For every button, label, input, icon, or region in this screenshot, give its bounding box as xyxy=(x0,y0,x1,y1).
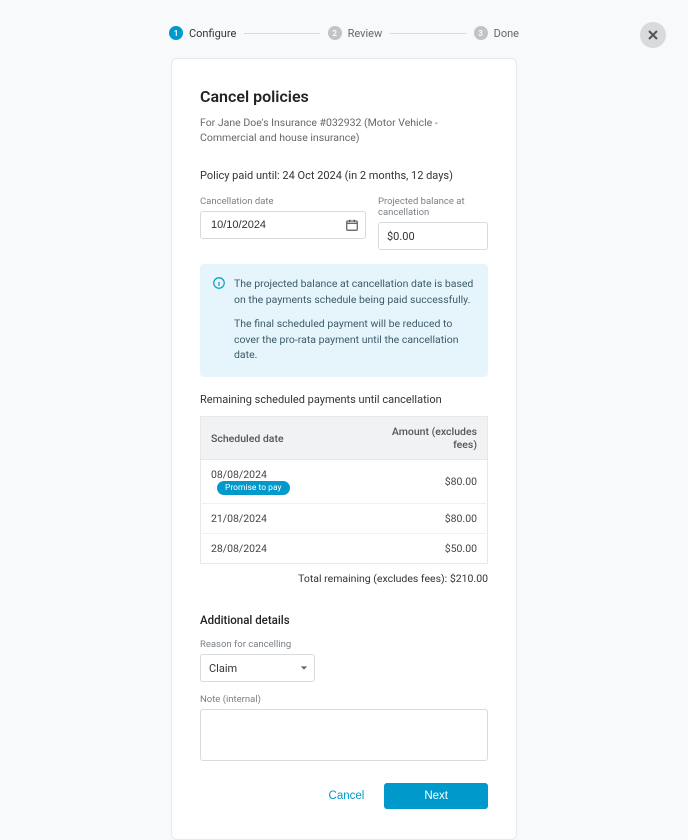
reason-value: Claim xyxy=(209,662,237,675)
cancellation-date-input-wrap[interactable] xyxy=(200,211,366,239)
row-amount: $80.00 xyxy=(357,460,488,504)
note-label: Note (internal) xyxy=(200,694,488,705)
step-review[interactable]: 2 Review xyxy=(328,26,383,40)
payments-table: Scheduled date Amount (excludes fees) 08… xyxy=(200,416,488,564)
cancel-policies-panel: Cancel policies For Jane Doe's Insurance… xyxy=(171,58,517,840)
step-number: 2 xyxy=(328,26,342,40)
row-date: 28/08/2024 xyxy=(211,542,267,555)
next-button[interactable]: Next xyxy=(384,783,488,809)
col-amount: Amount (excludes fees) xyxy=(357,417,488,460)
info-text-2: The final scheduled payment will be redu… xyxy=(234,316,474,363)
cancellation-date-label: Cancellation date xyxy=(200,196,366,207)
close-icon xyxy=(647,29,659,41)
stepper: 1 Configure 2 Review 3 Done xyxy=(0,0,688,58)
promise-to-pay-badge: Promise to pay xyxy=(217,481,290,495)
cancellation-date-field: Cancellation date xyxy=(200,196,366,250)
projected-balance-label: Projected balance at cancellation xyxy=(378,196,488,218)
page-title: Cancel policies xyxy=(200,87,488,106)
table-row: 08/08/2024 Promise to pay $80.00 xyxy=(201,460,488,504)
info-banner: The projected balance at cancellation da… xyxy=(200,264,488,377)
chevron-down-icon xyxy=(300,664,308,672)
projected-balance-display: $0.00 xyxy=(378,222,488,250)
close-button[interactable] xyxy=(640,22,666,48)
step-label: Review xyxy=(348,27,383,40)
table-row: 28/08/2024 $50.00 xyxy=(201,534,488,564)
cancel-button[interactable]: Cancel xyxy=(319,784,375,808)
step-connector xyxy=(390,33,465,34)
reason-label: Reason for cancelling xyxy=(200,639,488,650)
row-date: 21/08/2024 xyxy=(211,512,267,525)
remaining-payments-label: Remaining scheduled payments until cance… xyxy=(200,393,488,406)
projected-balance-field: Projected balance at cancellation $0.00 xyxy=(378,196,488,250)
step-number: 1 xyxy=(169,26,183,40)
step-done[interactable]: 3 Done xyxy=(474,26,519,40)
projected-balance-value: $0.00 xyxy=(387,230,415,243)
row-date: 08/08/2024 xyxy=(211,468,267,481)
row-amount: $50.00 xyxy=(357,534,488,564)
step-label: Configure xyxy=(189,27,236,40)
table-row: 21/08/2024 $80.00 xyxy=(201,504,488,534)
paid-until-text: Policy paid until: 24 Oct 2024 (in 2 mon… xyxy=(200,169,488,182)
calendar-icon[interactable] xyxy=(345,218,359,232)
additional-details-title: Additional details xyxy=(200,613,488,627)
reason-select[interactable]: Claim xyxy=(200,654,315,682)
info-text-1: The projected balance at cancellation da… xyxy=(234,276,474,308)
page-subtitle: For Jane Doe's Insurance #032932 (Motor … xyxy=(200,116,488,145)
step-label: Done xyxy=(494,27,519,40)
info-icon xyxy=(212,276,226,290)
col-scheduled-date: Scheduled date xyxy=(201,417,357,460)
total-remaining: Total remaining (excludes fees): $210.00 xyxy=(200,572,488,585)
row-amount: $80.00 xyxy=(357,504,488,534)
step-configure[interactable]: 1 Configure xyxy=(169,26,236,40)
step-connector xyxy=(244,33,319,34)
cancellation-date-input[interactable] xyxy=(209,218,357,232)
note-textarea[interactable] xyxy=(200,709,488,761)
step-number: 3 xyxy=(474,26,488,40)
